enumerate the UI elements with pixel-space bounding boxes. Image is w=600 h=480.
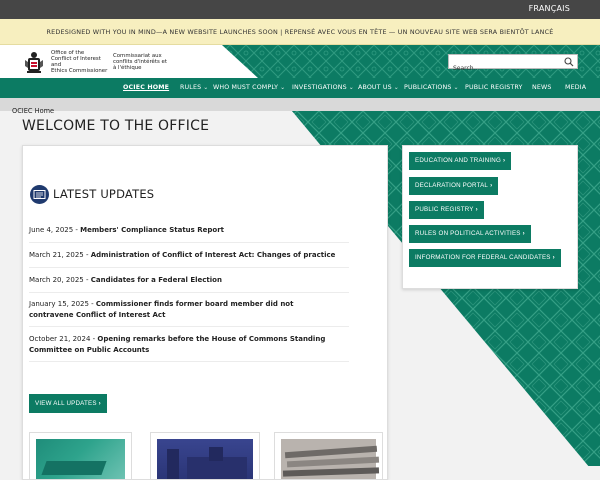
nav-rules[interactable]: RULES ⌄ (180, 78, 208, 98)
logo-en-line: Ethics Commissioner (51, 68, 108, 75)
chevron-down-icon: ⌄ (348, 84, 354, 91)
ociec-logo[interactable]: Office of the Conflict of Interest and E… (24, 50, 177, 74)
quick-link-public-registry[interactable]: PUBLIC REGISTRY › (409, 201, 484, 219)
logo-text-english: Office of the Conflict of Interest and E… (51, 50, 111, 75)
announcement-text: REDESIGNED WITH YOU IN MIND—A NEW WEBSIT… (46, 28, 554, 36)
quick-link-label: INFORMATION FOR FEDERAL CANDIDATES (415, 254, 551, 261)
paper-stack (284, 445, 378, 459)
chevron-down-icon: ⌄ (203, 84, 209, 91)
chevron-right-icon: › (522, 230, 525, 237)
feature-card[interactable] (274, 432, 383, 480)
chevron-right-icon: › (552, 254, 555, 261)
update-link[interactable]: Members' Compliance Status Report (80, 226, 224, 234)
feature-card[interactable] (150, 432, 260, 480)
top-bar: FRANÇAIS (0, 0, 600, 19)
main-navigation: OCIEC HOME RULES ⌄ WHO MUST COMPLY ⌄ INVES… (0, 78, 600, 98)
update-date: June 4, 2025 - (29, 226, 81, 234)
update-date: March 20, 2025 - (29, 276, 91, 284)
paper-stack (282, 467, 380, 477)
divider (29, 267, 349, 268)
documents-image (281, 439, 380, 479)
view-all-updates-button[interactable]: VIEW ALL UPDATES › (29, 394, 107, 413)
updates-heading-text: LATEST UPDATES (53, 187, 155, 201)
nav-home[interactable]: OCIEC HOME (123, 78, 169, 98)
nav-news[interactable]: NEWS (532, 78, 552, 98)
search-input[interactable] (449, 62, 559, 75)
chevron-right-icon: › (98, 400, 101, 407)
nav-publications-label: PUBLICATIONS (404, 84, 452, 91)
laptop-image (36, 439, 125, 479)
chevron-down-icon: ⌄ (453, 84, 459, 91)
quick-link-declaration-portal[interactable]: DECLARATION PORTAL › (409, 177, 499, 195)
divider (29, 292, 349, 293)
update-item: March 21, 2025 - Administration of Confl… (29, 250, 351, 261)
update-item: January 15, 2025 - Commissioner finds fo… (29, 299, 329, 320)
update-date: March 21, 2025 - (29, 251, 91, 259)
chevron-down-icon: ⌄ (280, 84, 286, 91)
logo-text-french: Commissariat aux conflits d'intérêts et … (113, 53, 177, 72)
nav-who-label: WHO MUST COMPLY (213, 84, 279, 91)
quick-link-education-training[interactable]: EDUCATION AND TRAINING › (409, 152, 512, 170)
divider (29, 326, 349, 327)
quick-link-political-activities[interactable]: RULES ON POLITICAL ACTIVITIES › (409, 225, 531, 243)
nav-media[interactable]: MEDIA (565, 78, 586, 98)
nav-public-registry[interactable]: PUBLIC REGISTRY (465, 78, 523, 98)
site-header: Office of the Conflict of Interest and E… (0, 45, 600, 78)
canadian-coat-of-arms-icon (25, 52, 43, 73)
search-icon[interactable] (564, 57, 574, 67)
nav-who-must-comply[interactable]: WHO MUST COMPLY ⌄ (213, 78, 285, 98)
tower-shape (167, 449, 179, 479)
update-date: October 21, 2024 - (29, 335, 98, 343)
update-item: October 21, 2024 - Opening remarks befor… (29, 334, 329, 355)
update-link[interactable]: Administration of Conflict of Interest A… (91, 251, 336, 259)
nav-investigations-label: INVESTIGATIONS (292, 84, 347, 91)
parliament-image (157, 439, 253, 479)
announcement-banner: REDESIGNED WITH YOU IN MIND—A NEW WEBSIT… (0, 19, 600, 45)
language-toggle-link[interactable]: FRANÇAIS (529, 4, 570, 13)
laptop-shape (41, 461, 107, 475)
quick-link-label: RULES ON POLITICAL ACTIVITIES (415, 230, 521, 237)
newspaper-icon (30, 184, 49, 204)
quick-link-label: DECLARATION PORTAL (415, 182, 489, 189)
chevron-right-icon: › (503, 157, 506, 164)
feature-card[interactable] (29, 432, 132, 480)
logo-fr-line: à l'éthique (113, 65, 142, 72)
chevron-right-icon: › (475, 206, 478, 213)
nav-about-us[interactable]: ABOUT US ⌄ (358, 78, 399, 98)
view-all-label: VIEW ALL UPDATES (35, 400, 97, 407)
divider (29, 242, 349, 243)
search-box (448, 54, 578, 75)
update-item: March 20, 2025 - Candidates for a Federa… (29, 275, 351, 286)
nav-investigations[interactable]: INVESTIGATIONS ⌄ (292, 78, 354, 98)
logo-en-line: Conflict of Interest and (51, 55, 101, 68)
quick-link-federal-candidates[interactable]: INFORMATION FOR FEDERAL CANDIDATES › (409, 249, 561, 267)
nav-publications[interactable]: PUBLICATIONS ⌄ (404, 78, 459, 98)
updates-heading: LATEST UPDATES (30, 184, 155, 204)
nav-about-label: ABOUT US (358, 84, 392, 91)
paper-stack (286, 456, 380, 468)
quick-link-label: EDUCATION AND TRAINING (415, 157, 501, 164)
tower-shape (209, 447, 223, 461)
update-item: June 4, 2025 - Members' Compliance Statu… (29, 225, 351, 236)
update-link[interactable]: Candidates for a Federal Election (91, 276, 222, 284)
nav-rules-label: RULES (180, 84, 202, 91)
page-title: WELCOME TO THE OFFICE (22, 118, 210, 134)
chevron-right-icon: › (490, 182, 493, 189)
chevron-down-icon: ⌄ (393, 84, 399, 91)
update-date: January 15, 2025 - (29, 300, 96, 308)
divider (29, 361, 349, 362)
quick-link-label: PUBLIC REGISTRY (415, 206, 474, 213)
breadcrumb: OCIEC Home (0, 98, 600, 115)
